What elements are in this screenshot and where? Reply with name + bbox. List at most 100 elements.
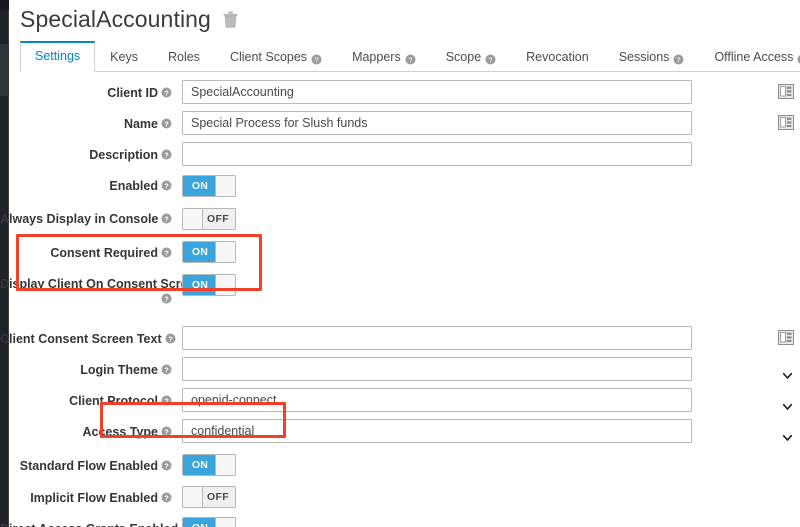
help-icon[interactable]: ? <box>161 459 172 471</box>
direct-access-grants-toggle[interactable]: ON <box>182 517 236 527</box>
login-theme-select[interactable] <box>182 357 692 381</box>
svg-text:?: ? <box>164 150 169 159</box>
always-display-label: Always Display in Console? <box>0 206 182 227</box>
autofill-contact-card-icon[interactable] <box>778 330 794 345</box>
tab-label: Offline Access <box>714 50 794 64</box>
sidebar-rail-top-segment <box>0 0 9 10</box>
tab-sessions[interactable]: Sessions ? <box>604 42 700 72</box>
tab-mappers[interactable]: Mappers ? <box>337 42 431 72</box>
help-icon[interactable]: ? <box>485 53 496 64</box>
toggle-handle <box>215 176 235 196</box>
chevron-down-icon[interactable] <box>782 428 793 441</box>
chevron-down-icon[interactable] <box>782 366 793 379</box>
consent-required-label: Consent Required? <box>0 240 182 261</box>
standard-flow-toggle[interactable]: ON <box>182 454 236 476</box>
name-label: Name? <box>0 111 182 132</box>
toggle-handle <box>183 209 203 229</box>
svg-text:?: ? <box>164 181 169 190</box>
chevron-down-icon[interactable] <box>782 397 793 410</box>
direct-access-grants-label: Direct Access Grants Enabled? <box>0 516 192 527</box>
svg-text:?: ? <box>168 334 173 343</box>
client-protocol-select[interactable]: openid-connect <box>182 388 692 412</box>
toggle-state-label: ON <box>183 518 217 527</box>
access-type-select[interactable]: confidential <box>182 419 692 443</box>
consent-screen-text-label: Client Consent Screen Text? <box>0 326 182 347</box>
help-icon[interactable]: ? <box>673 53 684 64</box>
form-row-implicit-flow: Implicit Flow Enabled? OFF <box>0 485 800 516</box>
standard-flow-label: Standard Flow Enabled? <box>0 453 182 474</box>
autofill-contact-card-icon[interactable] <box>778 84 794 99</box>
help-icon[interactable]: ? <box>161 246 172 258</box>
tab-label: Sessions <box>618 50 670 64</box>
enabled-toggle[interactable]: ON <box>182 175 236 197</box>
help-icon[interactable]: ? <box>161 86 172 98</box>
help-icon[interactable]: ? <box>311 53 322 64</box>
help-icon[interactable]: ? <box>161 491 172 503</box>
toggle-state-label: ON <box>183 242 217 262</box>
keycloak-client-settings-page: SpecialAccounting Settings Keys Roles Cl… <box>0 0 800 527</box>
toggle-state-label: ON <box>183 176 217 196</box>
toggle-state-label: ON <box>183 275 217 295</box>
tab-scope[interactable]: Scope ? <box>431 42 511 72</box>
help-icon[interactable]: ? <box>161 293 172 304</box>
form-row-standard-flow: Standard Flow Enabled? ON <box>0 453 800 485</box>
toggle-state-label: ON <box>183 455 217 475</box>
form-row-description: Description? <box>0 142 800 173</box>
client-protocol-label: Client Protocol? <box>0 388 182 409</box>
form-row-always-display: Always Display in Console? OFF <box>0 206 800 240</box>
client-id-label: Client ID? <box>0 80 182 101</box>
tab-label: Scope <box>445 50 482 64</box>
settings-form: Client ID? SpecialAccounting Name? Speci… <box>0 80 800 527</box>
description-input[interactable] <box>182 142 692 166</box>
access-type-label: Access Type? <box>0 419 182 440</box>
help-icon[interactable]: ? <box>165 332 176 344</box>
tab-revocation[interactable]: Revocation <box>511 42 604 72</box>
svg-text:?: ? <box>164 88 169 97</box>
tab-label: Keys <box>110 50 138 64</box>
help-icon[interactable]: ? <box>161 117 172 129</box>
display-client-on-consent-label: Display Client On Consent Screen? <box>0 277 203 304</box>
enabled-label: Enabled? <box>0 173 182 194</box>
consent-required-toggle[interactable]: ON <box>182 241 236 263</box>
help-icon[interactable]: ? <box>161 148 172 160</box>
help-icon[interactable]: ? <box>161 212 172 224</box>
svg-text:?: ? <box>165 214 170 223</box>
help-icon[interactable]: ? <box>161 394 172 406</box>
tab-settings[interactable]: Settings <box>20 41 96 72</box>
toggle-handle <box>183 487 203 507</box>
help-icon[interactable]: ? <box>405 53 416 64</box>
help-icon[interactable]: ? <box>161 363 172 375</box>
form-row-display-client-on-consent: Display Client On Consent Screen? ON <box>0 274 800 308</box>
display-client-on-consent-toggle[interactable]: ON <box>182 274 236 296</box>
tab-keys[interactable]: Keys <box>95 42 153 72</box>
tab-client-scopes[interactable]: Client Scopes ? <box>215 42 337 72</box>
tab-label: Settings <box>35 49 81 63</box>
form-spacer <box>0 308 800 326</box>
svg-text:?: ? <box>164 365 169 374</box>
login-theme-label: Login Theme? <box>0 357 182 378</box>
implicit-flow-label: Implicit Flow Enabled? <box>0 485 182 506</box>
name-input[interactable]: Special Process for Slush funds <box>182 111 692 135</box>
always-display-toggle[interactable]: OFF <box>182 208 236 230</box>
tab-offline-access[interactable]: Offline Access ? <box>699 42 800 72</box>
form-row-consent-screen-text: Client Consent Screen Text? <box>0 326 800 357</box>
svg-text:?: ? <box>164 396 169 405</box>
svg-text:?: ? <box>164 493 169 502</box>
help-icon[interactable]: ? <box>161 179 172 191</box>
form-row-access-type: Access Type? confidential <box>0 419 800 453</box>
tab-roles[interactable]: Roles <box>153 42 215 72</box>
consent-screen-text-input[interactable] <box>182 326 692 350</box>
toggle-handle <box>215 275 235 295</box>
toggle-handle <box>215 455 235 475</box>
trash-icon[interactable] <box>223 11 238 28</box>
client-id-input[interactable]: SpecialAccounting <box>182 80 692 104</box>
svg-text:?: ? <box>164 248 169 257</box>
svg-text:?: ? <box>314 55 318 64</box>
implicit-flow-toggle[interactable]: OFF <box>182 486 236 508</box>
tab-label: Roles <box>167 50 200 64</box>
page-title: SpecialAccounting <box>20 6 211 32</box>
help-icon[interactable]: ? <box>161 425 172 437</box>
form-row-name: Name? Special Process for Slush funds <box>0 111 800 142</box>
toggle-state-label: OFF <box>201 487 235 507</box>
autofill-contact-card-icon[interactable] <box>778 115 794 130</box>
